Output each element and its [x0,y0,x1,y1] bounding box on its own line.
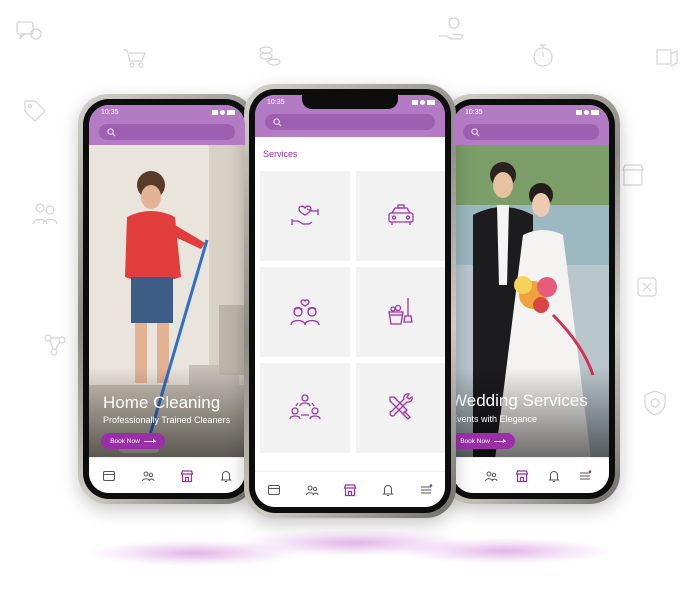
book-now-button[interactable]: Book Now [453,433,515,449]
nav-bell[interactable] [218,468,234,484]
menu-icon [421,483,433,493]
bottom-nav [89,457,245,493]
status-time: 10:35 [267,98,285,106]
bg-badge-icon [640,388,670,418]
store-icon [180,469,193,482]
hero-subtitle: Events with Elegance [453,414,538,424]
status-icons [412,99,435,105]
hero-subtitle: Professionally Trained Cleaners [103,415,231,425]
bg-package-icon [652,42,682,72]
bottom-nav [255,471,445,507]
phone-center-screen: 10:35 Services [255,95,445,507]
bottom-nav [453,457,609,493]
bell-icon [219,470,232,482]
nav-store[interactable] [342,482,358,498]
taxi-icon [388,204,414,225]
nav-bell[interactable] [546,468,562,484]
arrow-right-icon [143,438,156,443]
bg-cart-icon [120,42,150,72]
hero-title: Wedding Services [453,391,588,410]
nav-users[interactable] [483,468,499,484]
cleaning-bucket-icon [388,298,413,325]
nav-store[interactable] [514,468,530,484]
hero-banner: Wedding Services Events with Elegance Bo… [453,145,609,457]
care-hands-icon [291,205,319,225]
search-input[interactable] [463,124,599,140]
networking-icon [289,394,321,420]
status-time: 10:35 [101,108,119,116]
section-title: Services [263,149,298,159]
service-tile-taxi[interactable] [356,171,445,261]
phone-shadow-right [400,538,610,564]
search-input[interactable] [99,124,235,140]
services-grid [260,171,445,453]
search-header [255,109,445,137]
nav-card[interactable] [101,468,117,484]
status-icons [576,109,599,115]
notch [302,95,398,109]
nav-store[interactable] [179,468,195,484]
bg-hand-coin-icon [436,14,466,44]
couple-icon [290,299,320,326]
service-tile-care[interactable] [260,171,350,261]
bg-chat-icon [14,16,44,46]
service-tile-couple[interactable] [260,267,350,357]
hero-title: Home Cleaning [103,393,221,412]
search-icon [273,117,282,127]
card-icon [268,484,280,495]
hero-banner: Home Cleaning Professionally Trained Cle… [89,145,245,457]
search-icon [471,127,480,137]
nav-menu[interactable] [577,468,593,484]
store-icon [343,483,357,496]
search-input[interactable] [265,114,435,130]
status-bar: 10:35 [89,105,245,119]
nav-card[interactable] [266,482,282,498]
book-now-label: Book Now [110,437,140,445]
status-icons [212,109,235,115]
phone-center: 10:35 Services [244,84,456,518]
phone-left-screen: 10:35 Home Cleaning Professionally Train… [89,105,245,493]
store-icon [515,469,529,482]
arrow-right-icon [493,438,506,443]
repair-tools-icon [389,393,413,420]
book-now-button[interactable]: Book Now [101,433,165,449]
bell-icon [548,470,560,482]
users-icon [484,471,498,481]
menu-icon [580,469,592,479]
nav-bell[interactable] [380,482,396,498]
phone-right: 10:35 Wedding Services Events with Elega… [442,94,620,504]
users-icon [141,471,154,481]
status-bar: 10:35 [453,105,609,119]
bg-stopwatch-icon [528,40,558,70]
bell-icon [382,484,394,496]
bg-tag-icon [20,96,50,126]
bg-tools-icon [632,272,662,302]
nav-users[interactable] [304,482,320,498]
nav-users[interactable] [140,468,156,484]
bg-network-icon [40,330,70,360]
service-tile-repair[interactable] [356,363,445,453]
card-icon [102,470,115,481]
service-tile-networking[interactable] [260,363,350,453]
status-time: 10:35 [465,108,483,116]
phone-left: 10:35 Home Cleaning Professionally Train… [78,94,256,504]
book-now-label: Book Now [460,437,490,445]
nav-menu[interactable] [418,482,434,498]
bg-coins-icon [254,40,284,70]
service-tile-cleaning[interactable] [356,267,445,357]
phone-right-screen: 10:35 Wedding Services Events with Elega… [453,105,609,493]
search-header [89,119,245,145]
search-icon [107,127,116,137]
bg-store-icon [618,160,648,190]
bg-people-icon [30,198,60,228]
users-icon [306,485,319,495]
search-header [453,119,609,145]
